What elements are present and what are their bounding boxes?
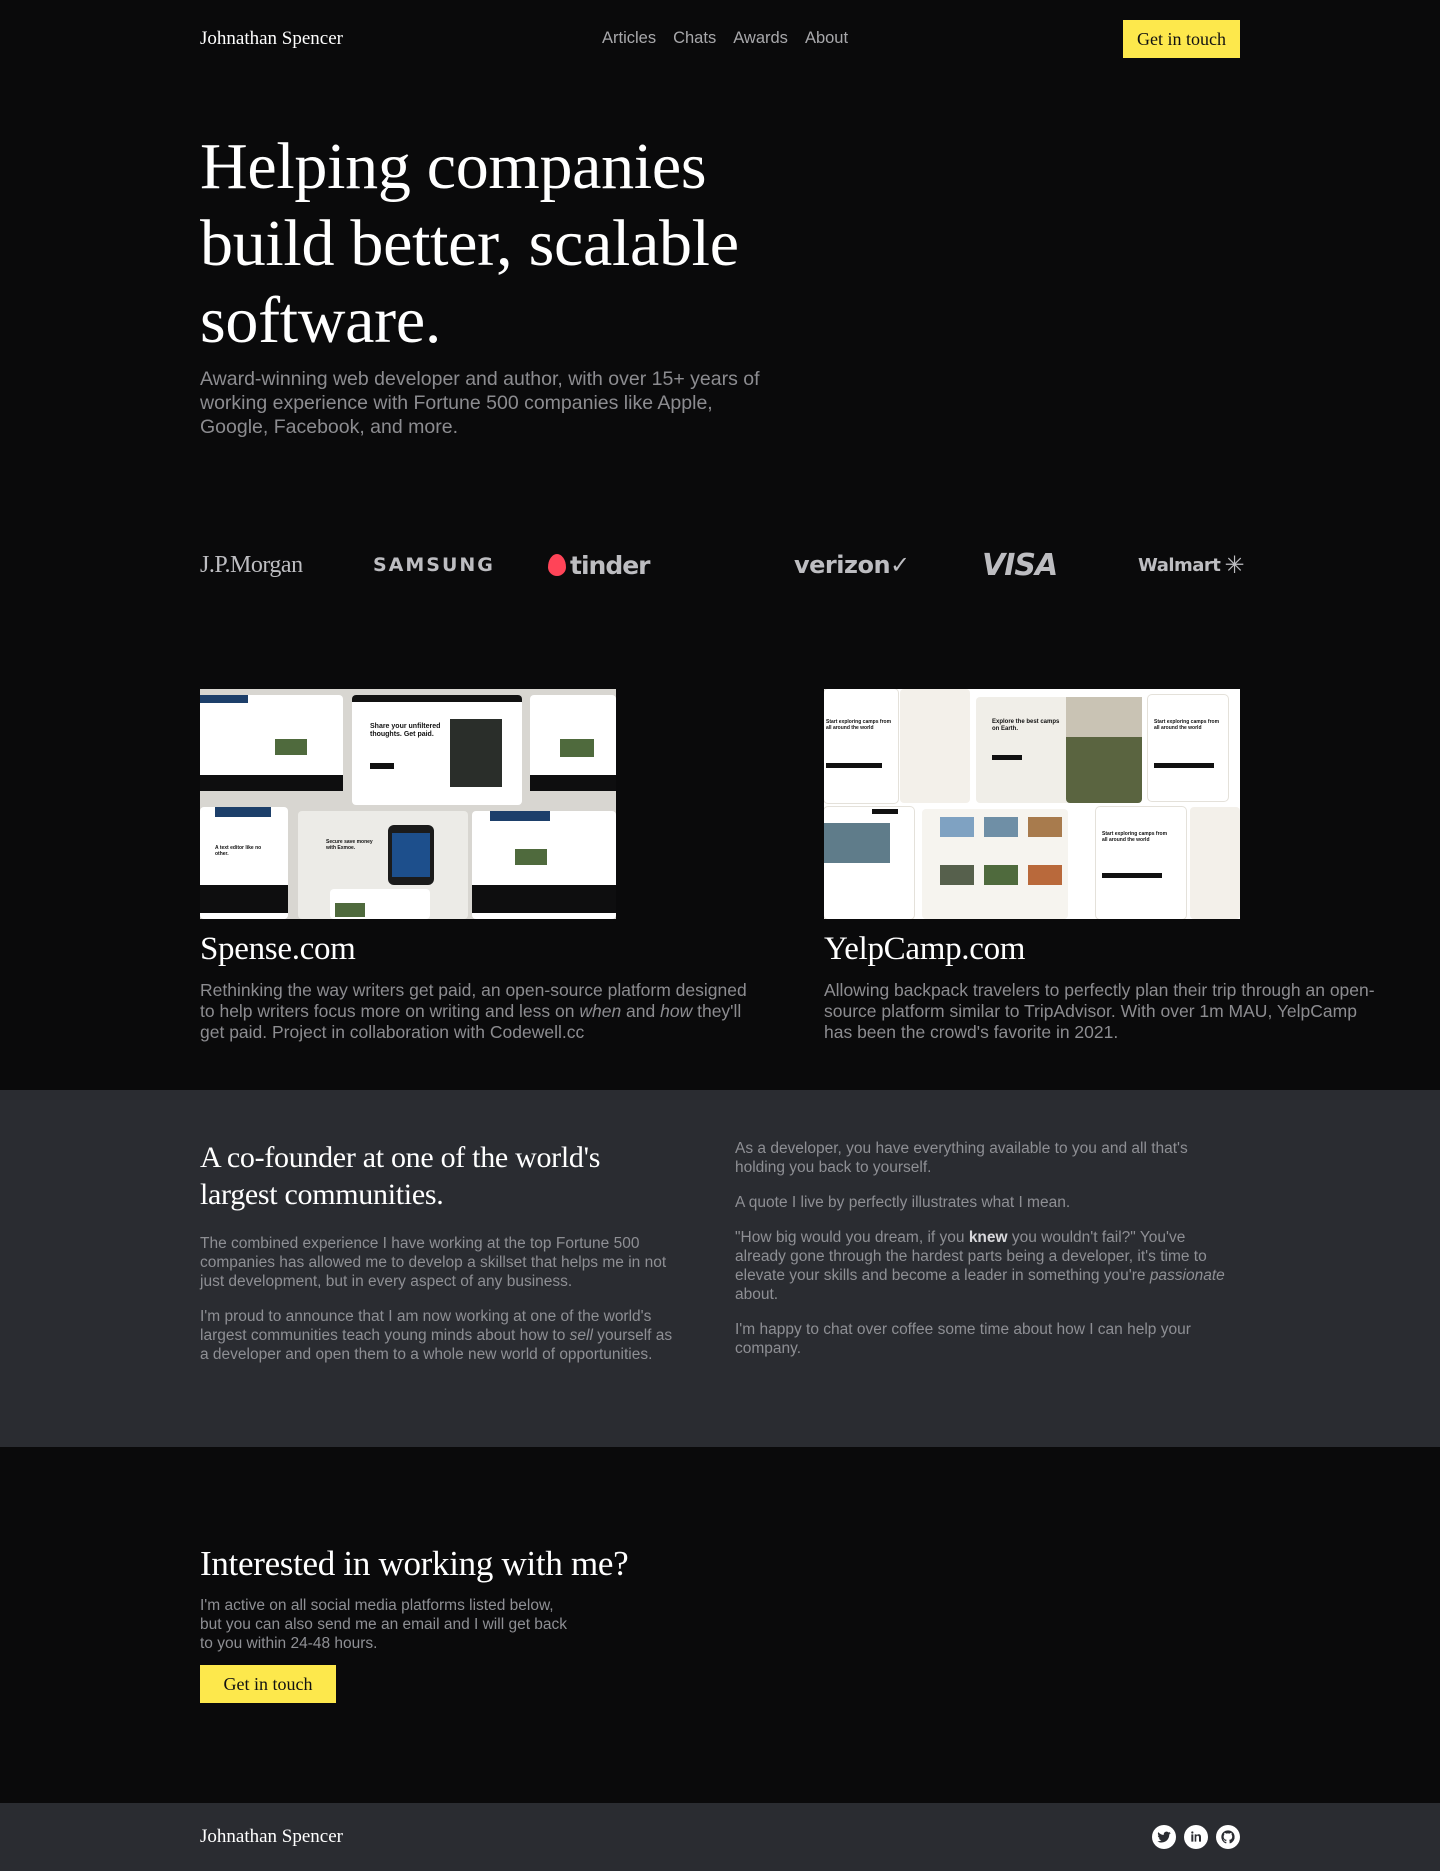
verizon-logo: verizon✓ <box>794 551 910 579</box>
hero-subtitle: Award-winning web developer and author, … <box>200 368 760 438</box>
spense-headline: Share your unfiltered thoughts. Get paid… <box>370 723 441 738</box>
cofounder-paragraph: I'm proud to announce that I am now work… <box>200 1308 673 1363</box>
project-title: Spense.com <box>200 931 356 967</box>
visa-logo: VISA <box>982 547 1058 583</box>
get-in-touch-button[interactable]: Get in touch <box>1123 20 1240 58</box>
cofounder-paragraph: A quote I live by perfectly illustrates … <box>735 1194 1071 1211</box>
cta-text: I'm active on all social media platforms… <box>200 1597 568 1652</box>
spense-tagline-1: A text editor like no other. <box>215 845 262 857</box>
cta-title: Interested in working with me? <box>200 1544 629 1583</box>
nav-about[interactable]: About <box>805 29 848 48</box>
samsung-logo: SAMSUNG <box>373 554 495 576</box>
yelp-prompt-1: Start exploring camps from all around th… <box>826 719 892 731</box>
cta-get-in-touch-button[interactable]: Get in touch <box>200 1665 336 1703</box>
cofounder-section: A co-founder at one of the world's large… <box>0 1090 1440 1447</box>
walmart-wordmark: Walmart <box>1138 554 1221 576</box>
yelp-prompt-2: Start exploring camps from all around th… <box>1154 719 1220 731</box>
cofounder-quote: "How big would you dream, if you knew yo… <box>735 1229 1225 1303</box>
twitter-icon[interactable] <box>1152 1825 1176 1849</box>
main-nav: Articles Chats Awards About <box>602 29 848 48</box>
contact-cta-section: Interested in working with me? I'm activ… <box>0 1447 1440 1803</box>
spense-save: Secure save money with Exmoe. <box>326 839 373 851</box>
client-logos: J.P.Morgan SAMSUNG tinder verizon✓ VISA … <box>200 531 1245 599</box>
project-title: YelpCamp.com <box>824 931 1026 967</box>
tinder-wordmark: tinder <box>570 550 650 580</box>
brand-logo[interactable]: Johnathan Spencer <box>200 28 343 50</box>
cofounder-paragraph: I'm happy to chat over coffee some time … <box>735 1321 1191 1357</box>
walmart-logo: Walmart ✳ <box>1138 531 1245 599</box>
project-description: Allowing backpack travelers to perfectly… <box>824 980 1375 1042</box>
cofounder-left-column: A co-founder at one of the world's large… <box>200 1139 676 1364</box>
spense-screenshot: Share your unfiltered thoughts. Get paid… <box>200 689 616 919</box>
cofounder-right-column: As a developer, you have everything avai… <box>735 1139 1240 1364</box>
footer-brand[interactable]: Johnathan Spencer <box>200 1826 343 1848</box>
project-card-spense[interactable]: Share your unfiltered thoughts. Get paid… <box>200 689 747 1043</box>
flame-icon <box>548 554 566 576</box>
jpmorgan-logo: J.P.Morgan <box>200 551 303 578</box>
yelp-prompt-3: Start exploring camps from all around th… <box>1102 831 1168 843</box>
linkedin-icon[interactable] <box>1184 1825 1208 1849</box>
yelp-headline: Explore the best camps on Earth. <box>992 719 1060 732</box>
cofounder-paragraph: As a developer, you have everything avai… <box>735 1140 1188 1176</box>
cofounder-paragraph: The combined experience I have working a… <box>200 1235 667 1290</box>
nav-awards[interactable]: Awards <box>733 29 788 48</box>
hero-title: Helping companies build better, scalable… <box>200 130 739 357</box>
social-links <box>1152 1825 1240 1849</box>
projects-grid: Share your unfiltered thoughts. Get paid… <box>200 689 1375 1090</box>
hero-section: Helping companies build better, scalable… <box>200 78 1375 1090</box>
project-card-yelpcamp[interactable]: Start exploring camps from all around th… <box>824 689 1375 1043</box>
github-icon[interactable] <box>1216 1825 1240 1849</box>
site-header: Johnathan Spencer Articles Chats Awards … <box>0 0 1440 78</box>
yelpcamp-screenshot: Start exploring camps from all around th… <box>824 689 1240 919</box>
nav-articles[interactable]: Articles <box>602 29 656 48</box>
project-description: Rethinking the way writers get paid, an … <box>200 980 747 1042</box>
cofounder-title: A co-founder at one of the world's large… <box>200 1141 601 1211</box>
nav-chats[interactable]: Chats <box>673 29 716 48</box>
tinder-logo: tinder <box>548 531 650 599</box>
spark-icon: ✳ <box>1224 551 1245 579</box>
